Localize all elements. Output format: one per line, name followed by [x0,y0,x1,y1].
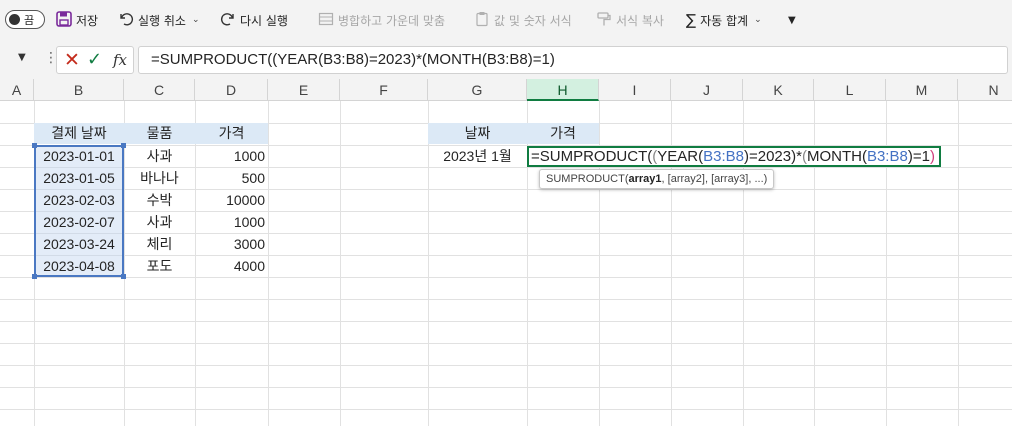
save-icon [56,10,72,30]
name-box-dropdown-icon[interactable]: ▼ [18,52,26,63]
redo-button[interactable]: 다시 실행 [220,9,288,31]
enter-check-icon[interactable]: ✓ [87,48,102,72]
table-header-item[interactable]: 물품 [124,123,195,144]
insert-function-icon[interactable]: fx [113,49,127,71]
column-header-j[interactable]: J [671,79,743,101]
format-painter-label: 서식 복사 [616,13,664,28]
toggle-label: 끔 [24,14,35,27]
table-cell[interactable]: 10000 [195,190,268,211]
column-header-i[interactable]: I [599,79,671,101]
column-header-c[interactable]: C [124,79,195,101]
save-button[interactable]: 저장 [56,9,98,31]
formula-controls: ✕ ✓ fx [56,46,134,74]
table-cell[interactable]: 수박 [124,190,195,211]
tooltip-current-arg: array1 [628,173,662,185]
autosum-button[interactable]: ∑ 자동 합계 ⌄ [686,9,762,31]
column-header-a[interactable]: A [0,79,34,101]
column-gridline [340,101,341,426]
format-painter-button[interactable]: 서식 복사 [596,9,664,31]
table-cell[interactable]: 500 [195,168,268,189]
row-gridline [0,409,1012,410]
formula-token: =SUMPRODUCT( [531,148,653,165]
row-gridline [0,387,1012,388]
formula-token: )=1 [907,148,930,165]
undo-button[interactable]: 실행 취소 ⌄ [118,9,200,31]
merge-label: 병합하고 가운데 맞춤 [338,13,445,28]
formula-input[interactable]: =SUMPRODUCT((YEAR(B3:B8)=2023)*(MONTH(B3… [138,46,1008,74]
paste-values-label: 값 및 숫자 서식 [494,13,572,28]
formula-token: )=2023)* [743,148,802,165]
row-gridline [0,277,1012,278]
table-cell[interactable]: 2023-02-07 [34,212,124,233]
column-gridline [268,101,269,426]
table-cell[interactable]: 4000 [195,256,268,277]
row-gridline [0,365,1012,366]
paste-values-icon [474,11,490,30]
table-cell[interactable]: 2023-04-08 [34,256,124,277]
autosave-toggle[interactable]: 끔 [5,10,45,29]
column-header-g[interactable]: G [428,79,527,101]
merge-center-button[interactable]: 병합하고 가운데 맞춤 [318,9,445,31]
sigma-icon: ∑ [686,11,697,29]
column-header-row: A B C D E F G H I J K L M N [0,79,1012,101]
column-header-k[interactable]: K [743,79,814,101]
column-gridline [958,101,959,426]
table-cell[interactable]: 사과 [124,146,195,167]
table-cell[interactable]: 2023-01-01 [34,146,124,167]
column-header-f[interactable]: F [340,79,428,101]
table-cell[interactable]: 체리 [124,234,195,255]
table-cell[interactable]: 2023-02-03 [34,190,124,211]
undo-label: 실행 취소 [138,13,186,28]
overflow-chevron-icon: ▼ [788,14,796,26]
formula-edit-cell[interactable]: =SUMPRODUCT((YEAR(B3:B8)=2023)*(MONTH(B3… [527,146,941,167]
save-label: 저장 [76,13,99,28]
lookup-date-cell[interactable]: 2023년 1월 [428,146,527,167]
row-gridline [0,299,1012,300]
column-header-l[interactable]: L [814,79,886,101]
chevron-down-icon[interactable]: ⌄ [192,15,200,25]
table-cell[interactable]: 사과 [124,212,195,233]
undo-icon [118,11,134,30]
chevron-down-icon[interactable]: ⌄ [754,15,762,25]
lookup-header-price[interactable]: 가격 [527,123,599,144]
column-header-b[interactable]: B [34,79,124,101]
formula-range-ref: B3:B8 [866,148,908,165]
formula-range-ref: B3:B8 [703,148,744,165]
function-signature-tooltip[interactable]: SUMPRODUCT(array1, [array2], [array3], .… [539,169,775,189]
redo-label: 다시 실행 [240,13,288,28]
table-cell[interactable]: 포도 [124,256,195,277]
cancel-icon[interactable]: ✕ [64,48,80,72]
formula-token: YEAR( [657,148,704,165]
table-header-price[interactable]: 가격 [195,123,268,144]
column-header-e[interactable]: E [268,79,340,101]
merge-icon [318,11,334,30]
table-cell[interactable]: 1000 [195,146,268,167]
column-header-h[interactable]: H [527,79,599,101]
row-gridline [0,321,1012,322]
column-header-d[interactable]: D [195,79,268,101]
paste-values-button[interactable]: 값 및 숫자 서식 [474,9,572,31]
table-cell[interactable]: 바나나 [124,168,195,189]
lookup-header-date[interactable]: 날짜 [428,123,527,144]
column-header-m[interactable]: M [886,79,958,101]
format-painter-icon [596,11,612,30]
tooltip-other-args: , [array2], [array3], ...) [661,173,768,185]
toggle-knob [9,14,20,25]
formula-token: MONTH( [806,148,867,165]
table-cell[interactable]: 2023-03-24 [34,234,124,255]
table-cell[interactable]: 3000 [195,234,268,255]
autosum-label: 자동 합계 [700,13,749,28]
column-header-n[interactable]: N [958,79,1012,101]
redo-icon [220,11,236,30]
customize-toolbar-button[interactable]: ▼ [788,9,796,31]
formula-bar: ▼ ⋮ ✕ ✓ fx =SUMPRODUCT((YEAR(B3:B8)=2023… [0,40,1012,79]
ribbon-toolbar: 끔 저장 실행 취소 ⌄ 다시 실행 병합하고 가운데 맞춤 값 및 숫자 서식 [0,0,1012,40]
table-cell[interactable]: 2023-01-05 [34,168,124,189]
row-gridline [0,343,1012,344]
worksheet-grid[interactable]: A B C D E F G H I J K L M N 결제 날짜 물품 가격 … [0,79,1012,426]
tooltip-function-name: SUMPRODUCT( [546,173,629,185]
table-header-date[interactable]: 결제 날짜 [34,123,124,144]
formula-token: ) [929,148,935,165]
table-cell[interactable]: 1000 [195,212,268,233]
